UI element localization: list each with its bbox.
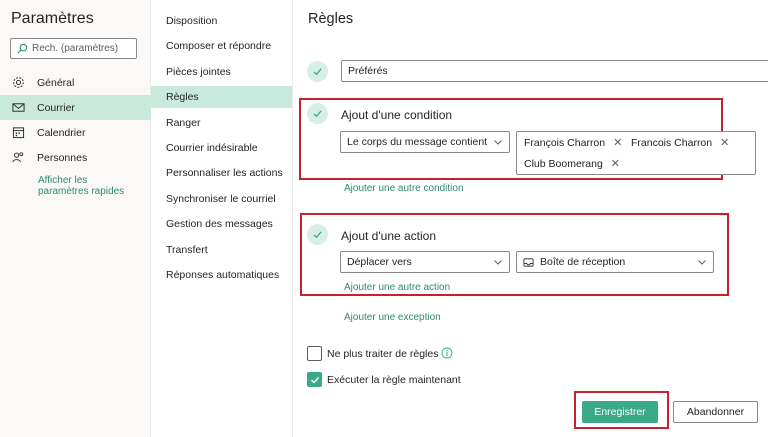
subnav-sync-email[interactable]: Synchroniser le courriel (151, 188, 292, 210)
add-exception-link[interactable]: Ajouter une exception (344, 312, 441, 323)
action-status (307, 224, 328, 245)
mail-settings-subnav: Disposition Composer et répondre Pièces … (151, 0, 293, 437)
subnav-customize-actions[interactable]: Personnaliser les actions (151, 162, 292, 184)
nav-item-label: Courrier (37, 101, 75, 114)
add-condition-link[interactable]: Ajouter une autre condition (344, 183, 464, 194)
condition-type-dropdown[interactable]: Le corps du message contient (340, 131, 510, 153)
stop-processing-label: Ne plus traiter de règles (327, 348, 439, 360)
stop-processing-checkbox[interactable] (307, 346, 322, 361)
settings-search-input[interactable] (32, 43, 132, 54)
subnav-rules[interactable]: Règles (151, 86, 292, 108)
action-type-value: Déplacer vers (347, 256, 412, 268)
subnav-forwarding[interactable]: Transfert (151, 239, 292, 261)
chevron-down-icon (494, 140, 502, 145)
inbox-icon (523, 257, 534, 267)
nav-item-people[interactable]: Personnes (0, 145, 151, 170)
tag-label: Club Boomerang (524, 157, 603, 170)
remove-tag-icon[interactable]: ✕ (611, 157, 620, 170)
tag-label: François Charron (524, 136, 606, 149)
remove-tag-icon[interactable]: ✕ (720, 136, 729, 149)
condition-title: Ajout d'une condition (341, 108, 453, 122)
tag-label: Francois Charron (631, 136, 713, 149)
mail-icon (12, 103, 25, 112)
subnav-sweep[interactable]: Ranger (151, 112, 292, 134)
check-icon (313, 68, 322, 76)
chevron-down-icon (494, 260, 502, 265)
save-button[interactable]: Enregistrer (582, 401, 658, 423)
quick-settings-link[interactable]: Afficher les paramètres rapides (38, 175, 138, 197)
subnav-compose-reply[interactable]: Composer et répondre (151, 35, 292, 57)
subnav-junk-email[interactable]: Courrier indésirable (151, 137, 292, 159)
condition-status (307, 103, 328, 124)
condition-tag: François Charron ✕ (524, 136, 622, 150)
nav-item-label: Personnes (37, 151, 88, 164)
rule-name-status (307, 61, 328, 82)
subnav-layout[interactable]: Disposition (151, 10, 292, 32)
condition-tag: Francois Charron ✕ (631, 136, 729, 150)
settings-search-box[interactable] (10, 38, 137, 59)
info-icon[interactable] (441, 347, 453, 359)
nav-item-label: Général (37, 76, 75, 89)
page-title: Règles (308, 11, 354, 27)
settings-title: Paramètres (11, 10, 94, 27)
destination-folder-value: Boîte de réception (540, 256, 626, 268)
calendar-icon (12, 127, 25, 139)
subnav-attachments[interactable]: Pièces jointes (151, 61, 292, 83)
action-type-dropdown[interactable]: Déplacer vers (340, 251, 510, 273)
settings-nav-pane: Paramètres Général Courrier Calendrier P… (0, 0, 151, 437)
nav-item-mail[interactable]: Courrier (0, 95, 151, 120)
check-icon (313, 110, 322, 118)
condition-tag: Club Boomerang ✕ (524, 157, 620, 171)
check-icon (310, 376, 319, 383)
nav-item-label: Calendrier (37, 126, 86, 139)
condition-type-value: Le corps du message contient (347, 136, 488, 148)
chevron-down-icon (698, 260, 706, 265)
run-now-label: Exécuter la règle maintenant (327, 374, 461, 386)
action-title: Ajout d'une action (341, 229, 437, 243)
add-action-link[interactable]: Ajouter une autre action (344, 282, 450, 293)
rules-editor: Règles Ajout d'une condition Le corps du… (293, 0, 768, 437)
subnav-automatic-replies[interactable]: Réponses automatiques (151, 264, 292, 286)
rule-name-input[interactable] (341, 60, 768, 82)
gear-icon (13, 77, 24, 88)
people-icon (12, 152, 24, 163)
subnav-message-handling[interactable]: Gestion des messages (151, 213, 292, 235)
check-icon (313, 231, 322, 239)
search-icon (17, 43, 28, 54)
remove-tag-icon[interactable]: ✕ (613, 136, 622, 149)
nav-item-calendar[interactable]: Calendrier (0, 120, 151, 145)
nav-item-general[interactable]: Général (0, 70, 151, 95)
cancel-button[interactable]: Abandonner (673, 401, 758, 423)
run-now-checkbox[interactable] (307, 372, 322, 387)
condition-tags-input[interactable]: François Charron ✕ Francois Charron ✕ Cl… (516, 131, 756, 175)
destination-folder-dropdown[interactable]: Boîte de réception (516, 251, 714, 273)
